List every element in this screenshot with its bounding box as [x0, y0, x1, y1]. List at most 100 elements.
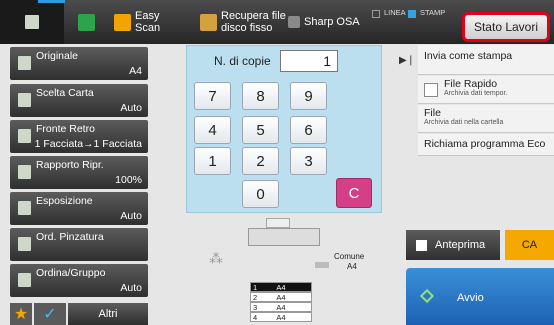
- quick-file-checkbox[interactable]: [424, 83, 438, 97]
- more-button[interactable]: Altri: [68, 303, 148, 325]
- easy-scan-shortcut[interactable]: Easy Scan: [114, 0, 160, 44]
- clear-key[interactable]: C: [336, 178, 372, 208]
- key-1[interactable]: 1: [194, 147, 231, 175]
- tray-number: 4: [253, 313, 258, 322]
- left-menu-sort-group[interactable]: Ordina/Gruppo Auto: [10, 264, 148, 297]
- start-button[interactable]: Avvio: [406, 268, 554, 325]
- key-7[interactable]: 7: [194, 82, 231, 110]
- expand-panel-icon[interactable]: ▶❘: [396, 45, 418, 75]
- exposure-label: Esposizione: [36, 195, 93, 207]
- job-status-label: Stato Lavori: [473, 20, 539, 34]
- recall-hdd-shortcut[interactable]: Recupera file disco fisso: [200, 0, 286, 44]
- exposure-icon: [18, 201, 31, 215]
- print-indicator-icon: [408, 10, 416, 18]
- paper-select-value: Auto: [120, 102, 142, 114]
- green-app-icon: [78, 13, 95, 31]
- start-label: Avvio: [457, 292, 484, 304]
- finisher-icon: ⁂: [209, 250, 223, 266]
- exposure-value: Auto: [120, 210, 142, 222]
- paper-tray: 3 A4: [250, 302, 312, 312]
- sort-group-label: Ordina/Gruppo: [36, 267, 106, 279]
- paper-tray: 1 A4: [250, 282, 312, 292]
- tray-number: 2: [253, 293, 258, 302]
- paper-tray: 4 A4: [250, 312, 312, 322]
- ratio-icon: [18, 165, 31, 179]
- copies-label: N. di copie: [214, 54, 271, 68]
- home-tab[interactable]: [0, 0, 64, 44]
- more-label: Altri: [98, 308, 118, 320]
- scanner-illustration: [248, 228, 320, 246]
- copies-input[interactable]: 1: [280, 50, 338, 72]
- send-as-print-item[interactable]: Invia come stampa: [418, 45, 554, 75]
- key-2[interactable]: 2: [242, 147, 279, 175]
- shortcut-green[interactable]: [78, 0, 99, 44]
- staple-sort-label: Ord. Pinzatura: [36, 231, 104, 243]
- preview-button[interactable]: Anteprima: [406, 230, 500, 260]
- sharp-osa-label: Sharp OSA: [304, 16, 360, 28]
- key-4[interactable]: 4: [194, 116, 231, 144]
- duplex-label: Fronte Retro: [36, 123, 95, 135]
- line-indicator-icon: [372, 10, 380, 18]
- staple-sort-icon: [18, 237, 31, 251]
- preview-icon: [416, 239, 427, 251]
- ratio-value: 100%: [115, 174, 142, 186]
- tray-number: 1: [253, 283, 258, 292]
- key-3[interactable]: 3: [290, 147, 327, 175]
- send-as-print-label: Invia come stampa: [424, 50, 513, 62]
- easy-scan-icon: [114, 13, 131, 31]
- document-feeder-illustration: [266, 218, 290, 228]
- easy-scan-label: Easy Scan: [135, 10, 161, 34]
- eco-program-label: Richiama programma Eco: [424, 138, 546, 150]
- osa-icon: [288, 16, 300, 28]
- key-6[interactable]: 6: [290, 116, 327, 144]
- duplex-icon: [18, 129, 31, 143]
- paper-select-label: Scelta Carta: [36, 87, 94, 99]
- quick-file-label: File Rapido: [444, 78, 498, 90]
- start-icon: [419, 288, 435, 304]
- tray-size: A4: [276, 313, 286, 322]
- key-9[interactable]: 9: [290, 82, 327, 110]
- output-tray-label: Comune: [334, 252, 365, 261]
- check-icon[interactable]: ✓: [34, 303, 66, 325]
- left-menu-paper-select[interactable]: Scelta Carta Auto: [10, 84, 148, 117]
- quick-file-sublabel: Archivia dati tempor.: [444, 90, 508, 97]
- tray-size: A4: [276, 293, 286, 302]
- quick-file-item[interactable]: File Rapido Archivia dati tempor.: [418, 76, 554, 104]
- original-value: A4: [129, 65, 142, 77]
- left-menu-original[interactable]: Originale A4: [10, 47, 148, 80]
- key-8[interactable]: 8: [242, 82, 279, 110]
- file-sublabel: Archivia dati nella cartella: [424, 119, 504, 126]
- paper-tray: 2 A4: [250, 292, 312, 302]
- paper-select-icon: [18, 93, 31, 107]
- output-size-label: A4: [347, 262, 357, 271]
- key-0[interactable]: 0: [242, 180, 279, 208]
- file-label: File: [424, 107, 441, 119]
- left-menu-duplex[interactable]: Fronte Retro 1 Facciata→1 Facciata: [10, 120, 148, 153]
- tray-number: 3: [253, 303, 258, 312]
- active-tab-indicator: [38, 0, 65, 3]
- clear-all-button[interactable]: CA: [505, 230, 554, 260]
- folder-icon: [200, 13, 217, 31]
- ratio-label: Rapporto Ripr.: [36, 159, 104, 171]
- key-5[interactable]: 5: [242, 116, 279, 144]
- sort-group-icon: [18, 273, 31, 287]
- tray-size: A4: [276, 303, 286, 312]
- left-menu-exposure[interactable]: Esposizione Auto: [10, 192, 148, 225]
- left-menu-staple-sort[interactable]: Ord. Pinzatura: [10, 228, 148, 261]
- clear-all-label: CA: [521, 239, 538, 251]
- line-label: LINEA: [384, 8, 406, 17]
- original-label: Originale: [36, 50, 79, 62]
- recall-hdd-label: Recupera file disco fisso: [221, 10, 286, 34]
- duplex-value: 1 Facciata→1 Facciata: [34, 138, 142, 150]
- sharp-osa-shortcut[interactable]: Sharp OSA: [288, 0, 360, 44]
- tray-size: A4: [276, 283, 286, 292]
- copy-mode-icon: [25, 15, 39, 29]
- star-icon[interactable]: ★: [10, 303, 32, 325]
- preview-label: Anteprima: [435, 239, 486, 251]
- sort-group-value: Auto: [120, 282, 142, 294]
- file-item[interactable]: File Archivia dati nella cartella: [418, 105, 554, 133]
- job-status-button[interactable]: Stato Lavori: [462, 12, 550, 42]
- eco-program-item[interactable]: Richiama programma Eco: [418, 134, 554, 156]
- original-icon: [18, 56, 31, 70]
- left-menu-ratio[interactable]: Rapporto Ripr. 100%: [10, 156, 148, 189]
